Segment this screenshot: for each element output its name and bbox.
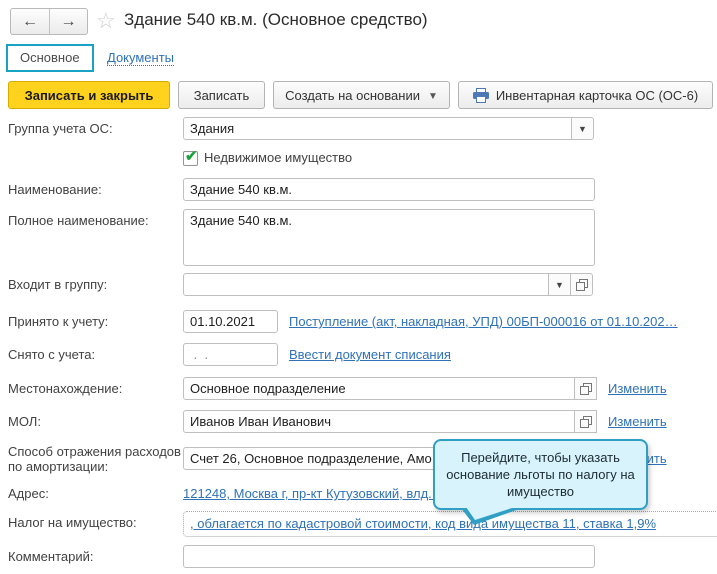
mol-input[interactable] <box>183 410 575 433</box>
inventory-card-button[interactable]: Инвентарная карточка ОС (ОС-6) <box>458 81 713 109</box>
location-input[interactable] <box>183 377 575 400</box>
os-group-label: Группа учета ОС: <box>8 117 183 136</box>
row-os-group: Группа учета ОС: ▼ <box>8 117 594 140</box>
create-based-on-label: Создать на основании <box>285 88 420 103</box>
address-label: Адрес: <box>8 482 183 501</box>
inventory-card-label: Инвентарная карточка ОС (ОС-6) <box>496 88 698 103</box>
row-location: Местонахождение: Изменить <box>8 377 667 400</box>
hint-text: Перейдите, чтобы указать основание льгот… <box>445 449 636 500</box>
parent-group-input[interactable] <box>183 273 549 296</box>
receipt-document-link[interactable]: Поступление (акт, накладная, УПД) 00БП-0… <box>289 310 678 329</box>
row-parent-group: Входит в группу: ▼ <box>8 273 593 296</box>
chevron-down-icon: ▼ <box>578 124 587 134</box>
full-name-textarea[interactable]: Здание 540 кв.м. <box>183 209 595 266</box>
row-full-name: Полное наименование: Здание 540 кв.м. <box>8 209 595 266</box>
mol-label: МОЛ: <box>8 410 183 429</box>
parent-group-label: Входит в группу: <box>8 273 183 292</box>
favorite-star-icon[interactable]: ☆ <box>96 8 116 34</box>
check-icon: ✔ <box>185 147 198 165</box>
name-input[interactable] <box>183 178 595 201</box>
tab-documents[interactable]: Документы <box>107 50 174 66</box>
os-group-dropdown-button[interactable]: ▼ <box>571 117 594 140</box>
save-and-close-button[interactable]: Записать и закрыть <box>8 81 170 109</box>
comment-label: Комментарий: <box>8 545 183 564</box>
row-accepted: Принято к учету: Поступление (акт, накла… <box>8 310 678 333</box>
printer-icon <box>473 88 489 103</box>
retired-date-input[interactable] <box>183 343 278 366</box>
create-based-on-button[interactable]: Создать на основании ▼ <box>273 81 450 109</box>
chevron-down-icon: ▼ <box>555 280 564 290</box>
parent-group-dropdown-button[interactable]: ▼ <box>548 273 571 296</box>
location-label: Местонахождение: <box>8 377 183 396</box>
row-property-tax: Налог на имущество: , облагается по када… <box>8 511 717 537</box>
os-group-input[interactable] <box>183 117 572 140</box>
back-arrow-icon[interactable]: ← <box>11 9 49 34</box>
property-tax-link[interactable]: , облагается по кадастровой стоимости, к… <box>190 516 656 531</box>
retired-label: Снято с учета: <box>8 343 183 362</box>
save-button[interactable]: Записать <box>178 81 265 109</box>
address-link[interactable]: 121248, Москва г, пр-кт Кутузовский, влд… <box>183 482 443 501</box>
open-icon <box>580 383 592 395</box>
property-tax-field[interactable]: , облагается по кадастровой стоимости, к… <box>183 511 717 537</box>
row-comment: Комментарий: <box>8 545 595 568</box>
realty-checkbox-label: Недвижимое имущество <box>204 149 352 165</box>
mol-open-button[interactable] <box>574 410 597 433</box>
location-change-link[interactable]: Изменить <box>608 377 667 396</box>
location-open-button[interactable] <box>574 377 597 400</box>
forward-arrow-icon[interactable]: → <box>49 9 87 34</box>
row-address: Адрес: 121248, Москва г, пр-кт Кутузовск… <box>8 482 443 501</box>
accepted-label: Принято к учету: <box>8 310 183 329</box>
row-name: Наименование: <box>8 178 595 201</box>
writeoff-document-link[interactable]: Ввести документ списания <box>289 343 451 362</box>
row-realty: ✔ Недвижимое имущество <box>8 149 352 166</box>
mol-change-link[interactable]: Изменить <box>608 410 667 429</box>
realty-checkbox[interactable]: ✔ <box>183 151 198 166</box>
tab-main[interactable]: Основное <box>6 44 94 72</box>
page-title: Здание 540 кв.м. (Основное средство) <box>124 10 428 30</box>
open-icon <box>580 416 592 428</box>
comment-input[interactable] <box>183 545 595 568</box>
open-icon <box>576 279 588 291</box>
parent-group-open-button[interactable] <box>570 273 593 296</box>
name-label: Наименование: <box>8 178 183 197</box>
chevron-down-icon: ▼ <box>428 89 438 102</box>
row-retired: Снято с учета: Ввести документ списания <box>8 343 451 366</box>
full-name-label: Полное наименование: <box>8 209 183 228</box>
history-nav: ← → <box>10 8 88 35</box>
depreciation-label: Способ отражения расходов по амортизации… <box>8 443 183 474</box>
row-mol: МОЛ: Изменить <box>8 410 667 433</box>
property-tax-hint-callout[interactable]: Перейдите, чтобы указать основание льгот… <box>433 439 648 510</box>
property-tax-label: Налог на имущество: <box>8 511 183 530</box>
accepted-date-input[interactable] <box>183 310 278 333</box>
